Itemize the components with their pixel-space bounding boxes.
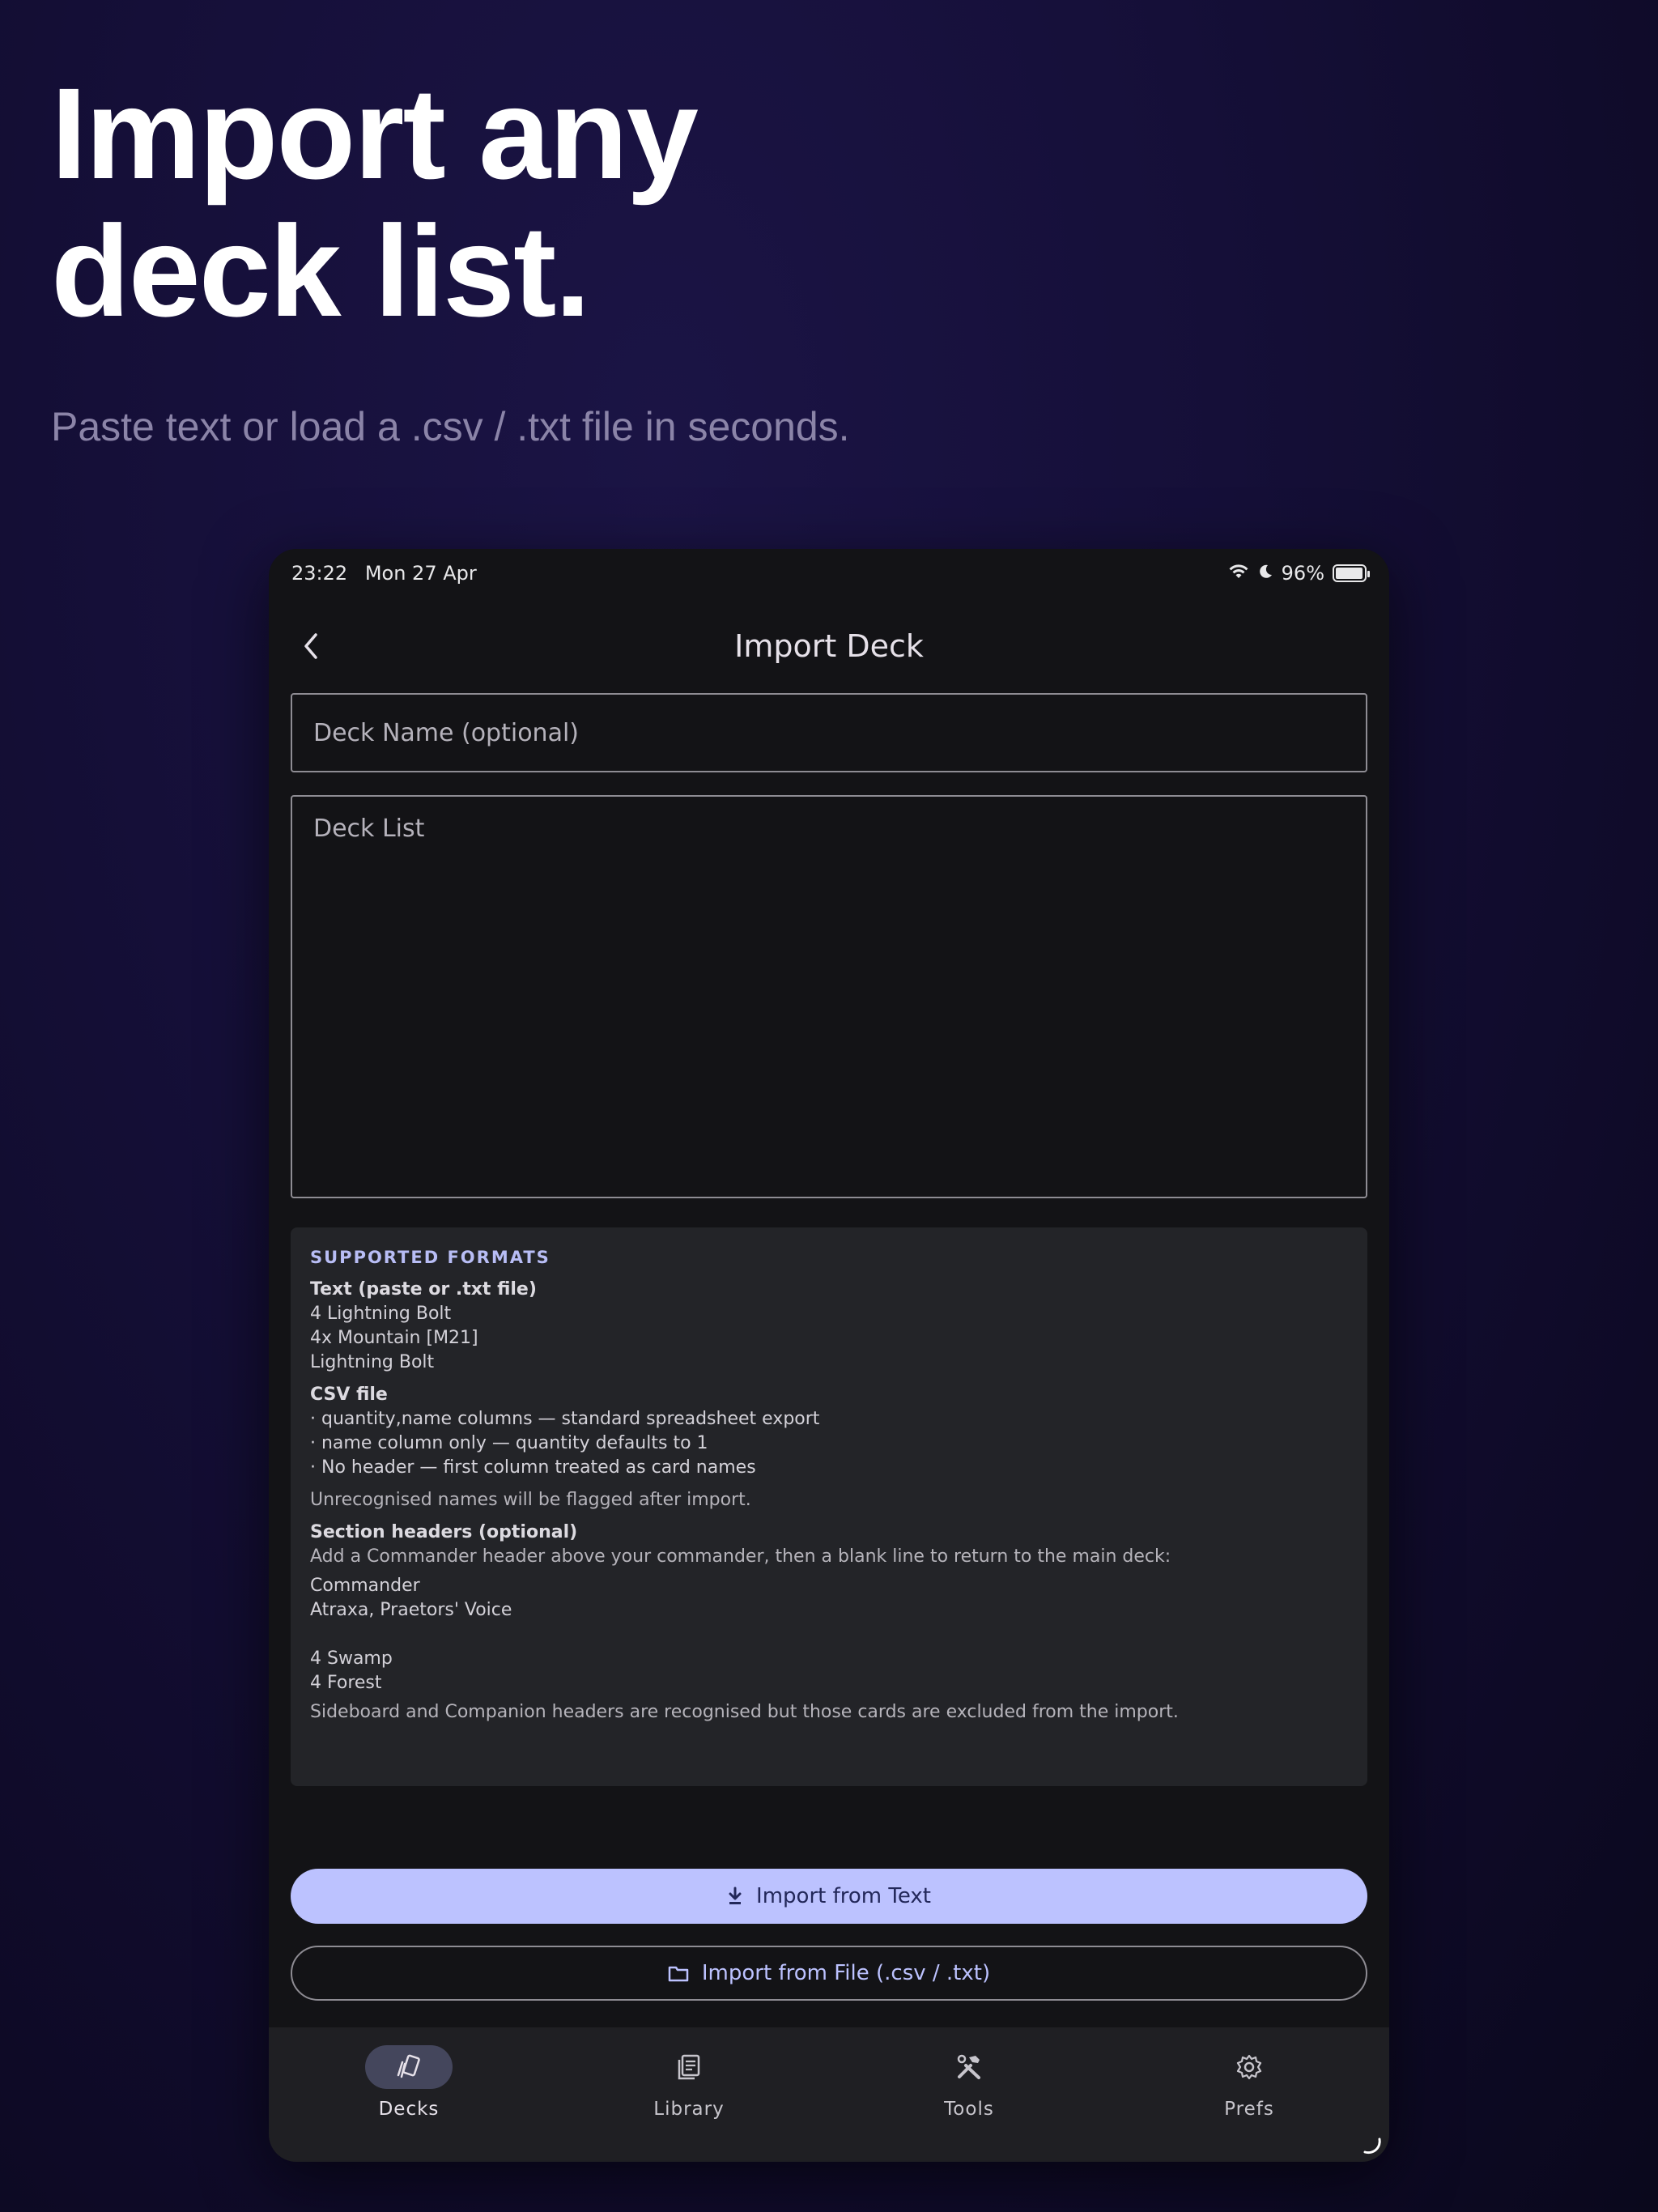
battery-percent: 96%	[1281, 562, 1324, 585]
status-bar: 23:22 Mon 27 Apr 96%	[269, 549, 1389, 598]
section-example-line: 4 Swamp	[310, 1648, 393, 1669]
supported-formats-card: SUPPORTED FORMATS Text (paste or .txt fi…	[291, 1227, 1367, 1786]
text-format-title: Text (paste or .txt file)	[310, 1279, 537, 1300]
deck-list-field	[291, 795, 1367, 1198]
screen-title: Import Deck	[734, 628, 924, 664]
device-screen: 23:22 Mon 27 Apr 96% Import Deck SUPPORT…	[269, 549, 1389, 2162]
nav-item-tools[interactable]: Tools	[829, 2027, 1109, 2162]
import-from-text-label: Import from Text	[756, 1884, 931, 1908]
hero-title-line-2: deck list.	[51, 198, 591, 343]
nav-item-decks[interactable]: Decks	[269, 2027, 549, 2162]
nav-label-prefs: Prefs	[1224, 2099, 1274, 2120]
text-example-line: Lightning Bolt	[310, 1352, 435, 1372]
section-example-line: Commander	[310, 1576, 420, 1596]
top-app-bar: Import Deck	[269, 598, 1389, 695]
tools-icon	[957, 2054, 980, 2079]
import-from-text-button[interactable]: Import from Text	[291, 1869, 1367, 1924]
hero-subtitle: Paste text or load a .csv / .txt file in…	[51, 404, 850, 449]
text-example-line: 4x Mountain [M21]	[310, 1328, 478, 1348]
gear-icon	[1236, 2054, 1262, 2080]
unrecognised-note: Unrecognised names will be flagged after…	[310, 1490, 751, 1510]
nav-label-library: Library	[653, 2099, 725, 2120]
status-time: 23:22	[291, 562, 348, 585]
moon-icon	[1257, 562, 1273, 585]
status-date: Mon 27 Apr	[364, 562, 477, 585]
deck-name-input[interactable]	[292, 695, 1366, 771]
chevron-left-icon	[304, 633, 317, 659]
csv-line: · No header — first column treated as ca…	[310, 1457, 756, 1478]
folder-icon	[668, 1966, 689, 1982]
section-example-line: 4 Forest	[310, 1673, 382, 1693]
nav-indicator	[925, 2045, 1013, 2089]
csv-line: · quantity,name columns — standard sprea…	[310, 1409, 820, 1429]
deck-list-input[interactable]	[292, 797, 1366, 1197]
battery-icon	[1333, 564, 1370, 582]
section-headers-title: Section headers (optional)	[310, 1522, 578, 1542]
hero-title: Import any deck list.	[51, 61, 699, 343]
bottom-navigation: Decks Library Tools Prefs	[269, 2027, 1389, 2162]
nav-label-tools: Tools	[944, 2099, 994, 2120]
wifi-icon	[1228, 562, 1249, 585]
formats-heading: SUPPORTED FORMATS	[310, 1248, 551, 1267]
hero-title-line-1: Import any	[51, 61, 699, 206]
csv-line: · name column only — quantity defaults t…	[310, 1433, 708, 1453]
csv-format-title: CSV file	[310, 1385, 388, 1405]
download-icon	[729, 1887, 742, 1904]
back-button[interactable]	[293, 628, 329, 664]
nav-label-decks: Decks	[378, 2099, 440, 2120]
nav-indicator	[365, 2045, 453, 2089]
nav-indicator	[1205, 2045, 1293, 2089]
library-icon	[678, 2054, 700, 2080]
section-headers-description: Add a Commander header above your comman…	[310, 1546, 1171, 1567]
nav-item-library[interactable]: Library	[549, 2027, 829, 2162]
section-example-line: Atraxa, Praetors' Voice	[310, 1600, 512, 1620]
deck-name-field	[291, 693, 1367, 772]
nav-indicator	[645, 2045, 733, 2089]
import-from-file-label: Import from File (.csv / .txt)	[701, 1961, 991, 1985]
status-left: 23:22 Mon 27 Apr	[291, 562, 477, 585]
text-example-line: 4 Lightning Bolt	[310, 1304, 452, 1324]
battery-fill	[1336, 568, 1363, 579]
status-right: 96%	[1228, 562, 1370, 585]
loading-indicator-icon	[1363, 2138, 1381, 2155]
cards-icon	[397, 2054, 420, 2078]
nav-item-prefs[interactable]: Prefs	[1109, 2027, 1389, 2162]
import-from-file-button[interactable]: Import from File (.csv / .txt)	[291, 1946, 1367, 2001]
sideboard-note: Sideboard and Companion headers are reco…	[310, 1702, 1179, 1722]
